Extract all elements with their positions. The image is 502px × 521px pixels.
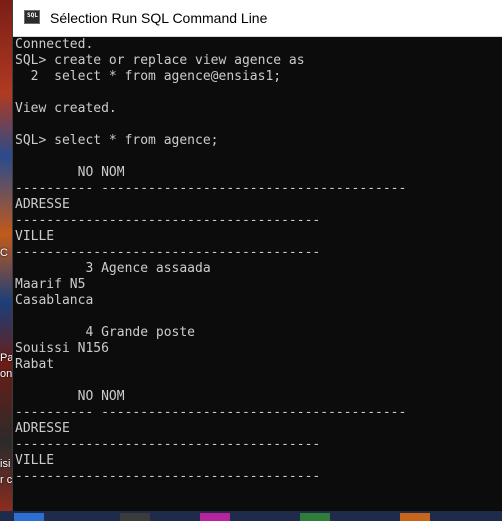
- console-line: ---------------------------------------: [15, 437, 321, 452]
- console-line: ---------- -----------------------------…: [15, 181, 407, 196]
- window-title: Sélection Run SQL Command Line: [50, 10, 268, 26]
- desktop-icon-label: isi: [0, 458, 11, 470]
- console-line: Rabat: [15, 357, 55, 372]
- console-line: ADRESSE: [15, 197, 70, 212]
- taskbar-app-icon[interactable]: [14, 513, 44, 521]
- console-line: 3 Agence assaada: [15, 261, 211, 276]
- console-line: ---------------------------------------: [15, 213, 321, 228]
- taskbar-app-icon[interactable]: [200, 513, 230, 521]
- console-line: Maarif N5: [15, 277, 86, 292]
- console-line: View created.: [15, 101, 117, 116]
- console-line: VILLE: [15, 453, 55, 468]
- console-line: 2 select * from agence@ensias1;: [15, 69, 282, 84]
- console-line: NO NOM: [15, 389, 125, 404]
- console-output[interactable]: Connected. SQL> create or replace view a…: [15, 37, 501, 511]
- taskbar-app-icon[interactable]: [120, 513, 150, 521]
- console-line: Connected.: [15, 37, 94, 52]
- desktop-icon-label: C: [0, 247, 8, 259]
- console-line: Casablanca: [15, 293, 94, 308]
- sql-console-icon[interactable]: SQL: [24, 10, 40, 24]
- console-line: 4 Grande poste: [15, 325, 196, 340]
- sql-command-line-window: SQL Sélection Run SQL Command Line Conne…: [12, 0, 502, 511]
- taskbar-app-icon[interactable]: [400, 513, 430, 521]
- window-titlebar[interactable]: SQL Sélection Run SQL Command Line: [13, 0, 502, 37]
- sql-console-icon-text: SQL: [27, 12, 38, 19]
- console-line: ---------------------------------------: [15, 469, 321, 484]
- desktop-background: [0, 0, 12, 521]
- taskbar-app-icon[interactable]: [300, 513, 330, 521]
- console-line: ---------------------------------------: [15, 245, 321, 260]
- desktop-icon-label: r c: [0, 474, 13, 486]
- console-line: VILLE: [15, 229, 55, 244]
- desktop-icon-label: on: [0, 368, 13, 380]
- console-line: ADRESSE: [15, 421, 70, 436]
- console-line: Souissi N156: [15, 341, 109, 356]
- console-line: ---------- -----------------------------…: [15, 405, 407, 420]
- taskbar: [0, 511, 502, 521]
- console-line: SQL> create or replace view agence as: [15, 53, 305, 68]
- console-line: NO NOM: [15, 165, 125, 180]
- console-line: SQL> select * from agence;: [15, 133, 219, 148]
